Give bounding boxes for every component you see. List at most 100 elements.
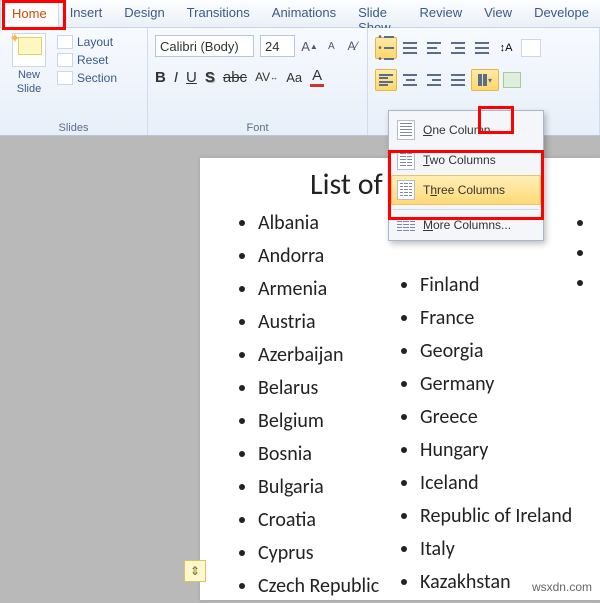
convert-smartart-button[interactable] <box>501 69 523 91</box>
ribbon-body: ✦ New Slide Layout Reset Section Slides … <box>0 28 600 136</box>
list-item: Bulgaria <box>258 471 390 504</box>
increase-indent-button[interactable] <box>447 37 469 59</box>
list-item: Germany <box>420 368 576 401</box>
list-item: Republic of Ireland <box>420 500 576 533</box>
list-item: Azerbaijan <box>258 339 390 372</box>
watermark: wsxdn.com <box>532 580 592 594</box>
list-column-3 <box>584 207 600 603</box>
align-left-icon <box>379 74 393 86</box>
tab-developer[interactable]: Develope <box>523 0 600 27</box>
highlight-columns-button <box>478 106 514 134</box>
numbering-button[interactable] <box>399 37 421 59</box>
list-item: Bosnia <box>258 438 390 471</box>
align-center-icon <box>403 74 417 86</box>
new-slide-label-2: Slide <box>17 83 41 95</box>
section-icon <box>57 71 73 85</box>
list-item: Austria <box>258 306 390 339</box>
group-label-slides: Slides <box>5 120 142 134</box>
bold-button[interactable]: B <box>155 69 166 86</box>
outdent-icon <box>427 42 441 54</box>
justify-button[interactable] <box>447 69 469 91</box>
highlight-columns-options <box>388 150 544 220</box>
shrink-font-icon[interactable]: A <box>324 37 339 55</box>
list-item: Albania <box>258 207 390 240</box>
bullets-button[interactable] <box>375 37 397 59</box>
new-slide-icon: ✦ <box>12 33 46 67</box>
section-button[interactable]: Section <box>57 71 117 85</box>
strike-button[interactable]: abc <box>223 69 247 86</box>
highlight-home-tab <box>2 0 66 30</box>
list-item: Hungary <box>420 434 576 467</box>
list-item: Belgium <box>258 405 390 438</box>
ribbon: Home Insert Design Transitions Animation… <box>0 0 600 136</box>
tab-transitions[interactable]: Transitions <box>176 0 261 27</box>
tab-slideshow[interactable]: Slide Show <box>347 0 408 27</box>
group-label-font: Font <box>153 120 362 134</box>
smartart-icon <box>503 72 521 88</box>
more-columns-icon <box>397 218 415 232</box>
tab-insert[interactable]: Insert <box>59 0 114 27</box>
line-spacing-button[interactable] <box>471 37 493 59</box>
list-item: Finland <box>420 269 576 302</box>
collapse-handle-icon[interactable]: ⇕ <box>184 560 206 582</box>
font-color-button[interactable]: A <box>310 67 324 87</box>
list-item: Cyprus <box>258 537 390 570</box>
list-item: Italy <box>420 533 576 566</box>
list-item: Andorra <box>258 240 390 273</box>
font-size-combo[interactable]: 24 <box>260 35 295 57</box>
text-direction-button[interactable]: ↕A <box>495 37 517 59</box>
tab-view[interactable]: View <box>473 0 523 27</box>
font-name-combo[interactable]: Calibri (Body) <box>155 35 254 57</box>
slide-content: AlbaniaAndorraArmeniaAustriaAzerbaijanBe… <box>200 207 600 603</box>
list-item <box>596 267 600 297</box>
text-direction-icon: ↕A <box>500 42 513 54</box>
align-right-icon <box>427 74 441 86</box>
list-item: Iceland <box>420 467 576 500</box>
new-slide-label-1: New <box>18 69 40 81</box>
layout-button[interactable]: Layout <box>57 35 117 49</box>
chevron-down-icon: ▾ <box>488 76 492 85</box>
align-center-button[interactable] <box>399 69 421 91</box>
tab-review[interactable]: Review <box>408 0 473 27</box>
one-column-icon <box>397 120 415 140</box>
bullets-icon <box>378 32 394 65</box>
list-item: Armenia <box>258 273 390 306</box>
change-case-button[interactable]: Aa <box>286 70 302 85</box>
numbering-icon <box>403 42 417 54</box>
new-slide-button[interactable]: ✦ New Slide <box>5 31 53 120</box>
grow-font-icon[interactable]: A▲ <box>301 37 318 55</box>
italic-button[interactable]: I <box>174 69 178 86</box>
ribbon-tabs: Home Insert Design Transitions Animation… <box>0 0 600 28</box>
columns-button[interactable]: ▾ <box>471 69 499 91</box>
list-item: France <box>420 302 576 335</box>
spacing-icon <box>475 42 489 54</box>
list-column-1: AlbaniaAndorraArmeniaAustriaAzerbaijanBe… <box>236 207 390 603</box>
align-left-button[interactable] <box>375 69 397 91</box>
group-font: Calibri (Body) 24 A▲ A A⁄ B I U S abc AV… <box>148 28 368 135</box>
char-spacing-button[interactable]: AV↔ <box>255 70 278 84</box>
columns-icon <box>478 74 482 86</box>
reset-icon <box>57 53 73 67</box>
list-item <box>596 207 600 237</box>
group-slides: ✦ New Slide Layout Reset Section Slides <box>0 28 148 135</box>
align-right-button[interactable] <box>423 69 445 91</box>
justify-icon <box>451 74 465 86</box>
list-item: Croatia <box>258 504 390 537</box>
align-text-button[interactable] <box>521 39 541 57</box>
list-item: Greece <box>420 401 576 434</box>
decrease-indent-button[interactable] <box>423 37 445 59</box>
tab-design[interactable]: Design <box>113 0 175 27</box>
underline-button[interactable]: U <box>186 69 197 86</box>
shadow-button[interactable]: S <box>205 69 215 86</box>
columns-option-one[interactable]: One Column <box>391 115 541 145</box>
reset-button[interactable]: Reset <box>57 53 117 67</box>
list-item: Georgia <box>420 335 576 368</box>
indent-icon <box>451 42 465 54</box>
clear-format-icon[interactable]: A⁄ <box>345 37 360 55</box>
layout-icon <box>57 35 73 49</box>
tab-animations[interactable]: Animations <box>261 0 347 27</box>
list-item: Czech Republic <box>258 570 390 603</box>
list-item: Belarus <box>258 372 390 405</box>
list-item <box>596 237 600 267</box>
list-column-2: FinlandFranceGeorgiaGermanyGreeceHungary… <box>398 269 576 603</box>
